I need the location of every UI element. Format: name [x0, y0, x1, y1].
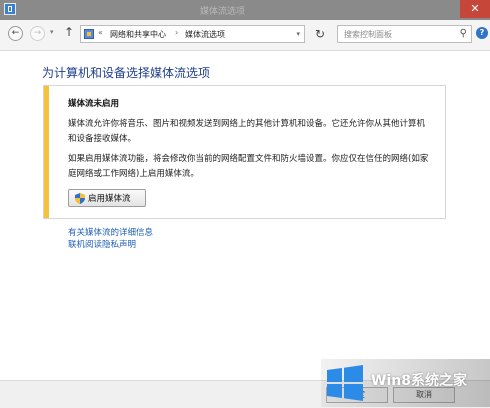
page-title: 为计算机和设备选择媒体流选项	[42, 66, 211, 80]
refresh-button[interactable]: ↻	[311, 25, 329, 43]
breadcrumb-media-streaming-options[interactable]: 媒体流选项	[185, 29, 225, 40]
media-streaming-panel: 媒体流未启用 媒体流允许你将音乐、图片和视频发送到网络上的其他计算机和设备。它还…	[43, 85, 446, 219]
enable-media-streaming-label: 启用媒体流	[88, 194, 131, 204]
forward-button[interactable]: →	[30, 26, 45, 41]
address-bar[interactable]: « 网络和共享中心 › 媒体流选项 ▾	[80, 25, 305, 43]
up-button[interactable]: ↑	[64, 25, 74, 39]
enable-media-streaming-button[interactable]: 启用媒体流	[68, 189, 146, 207]
media-streaming-info-link[interactable]: 有关媒体流的详细信息	[68, 227, 153, 239]
panel-warning-text: 如果启用媒体流功能，将会修改你当前的网络配置文件和防火墙设置。你应仅在信任的网络…	[68, 154, 429, 179]
breadcrumb-overflow[interactable]: «	[98, 28, 103, 37]
address-dropdown-icon[interactable]: ▾	[296, 30, 300, 38]
search-box[interactable]: ⚲	[337, 25, 472, 43]
control-panel-icon	[4, 3, 16, 15]
breadcrumb-network-sharing-center[interactable]: 网络和共享中心	[110, 29, 166, 40]
help-button[interactable]: ?	[476, 27, 488, 39]
search-icon[interactable]: ⚲	[460, 28, 467, 39]
help-links: 有关媒体流的详细信息 联机阅读隐私声明	[68, 227, 153, 251]
panel-description: 媒体流允许你将音乐、图片和视频发送到网络上的其他计算机和设备。它还允许你从其他计…	[68, 119, 426, 144]
warning-accent-stripe	[44, 86, 49, 218]
navigation-bar: ← → ▾ ↑ « 网络和共享中心 › 媒体流选项 ▾ ↻ ⚲ ?	[0, 20, 490, 51]
windows-logo-icon	[325, 364, 365, 402]
close-window-button[interactable]: ✕	[460, 0, 490, 18]
privacy-statement-link[interactable]: 联机阅读隐私声明	[68, 239, 153, 251]
watermark-text: Win8系统之家	[371, 373, 467, 389]
uac-shield-icon	[75, 192, 85, 204]
recent-locations-dropdown[interactable]: ▾	[50, 28, 54, 36]
title-bar: 媒体流选项 ✕	[0, 0, 490, 20]
back-button[interactable]: ←	[8, 26, 23, 41]
search-input[interactable]	[338, 26, 454, 42]
window-title: 媒体流选项	[200, 7, 246, 17]
panel-heading: 媒体流未启用	[68, 99, 120, 109]
watermark: Win8系统之家	[321, 359, 490, 407]
control-panel-icon	[84, 29, 94, 39]
breadcrumb-separator: ›	[175, 28, 179, 37]
